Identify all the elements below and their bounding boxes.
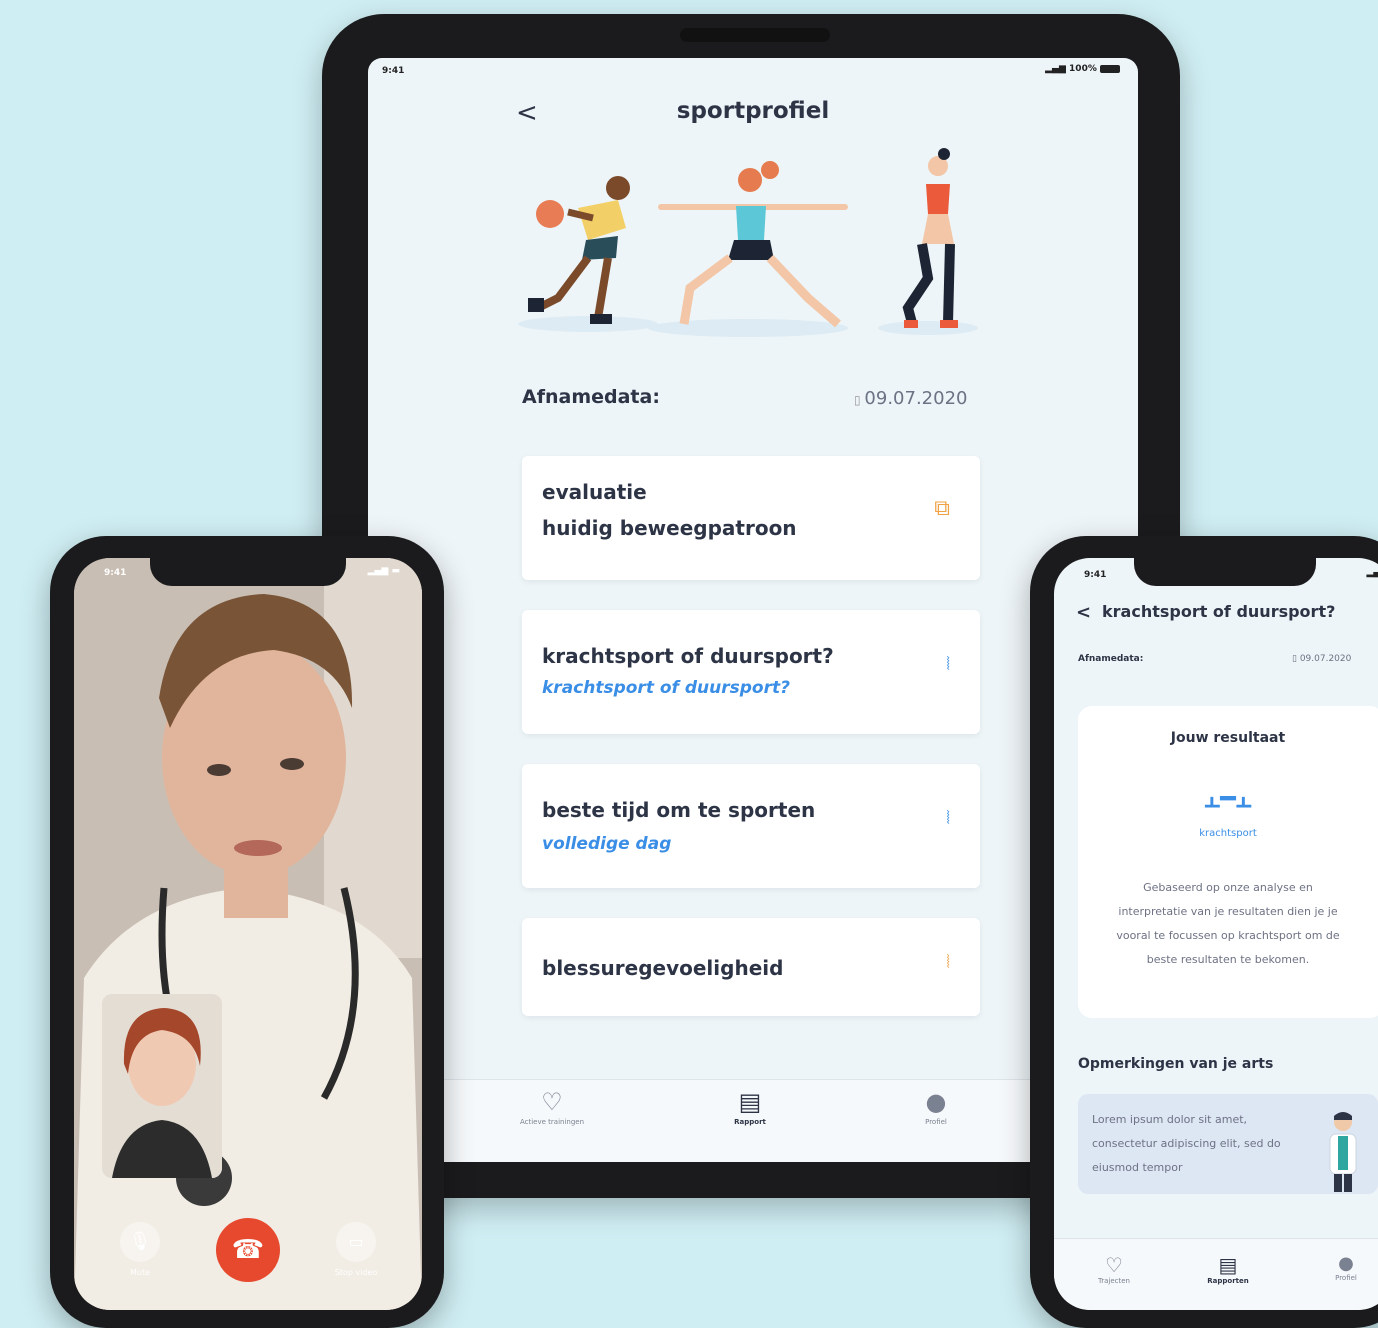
result-title: Jouw resultaat [1170, 730, 1286, 746]
result-label: krachtsport [1199, 828, 1257, 839]
hangup-button[interactable]: ☎ [216, 1218, 280, 1282]
date-value: ▯ 09.07.2020 [854, 388, 968, 409]
card-title: blessuregevoeligheid [542, 956, 784, 980]
result-card: Jouw resultaat ⫠━⫠ krachtsport Gebaseerd… [1078, 706, 1378, 1018]
tab-profiel[interactable]: ● Profiel [1316, 1253, 1376, 1282]
date-label: Afnamedata: [522, 386, 660, 408]
status-time: 9:41 [104, 568, 127, 578]
status-icons: ▂▄▆ ▬ [367, 566, 400, 576]
result-text: Gebaseerd op onze analyse en interpretat… [1116, 881, 1340, 966]
hangup-icon: ☎ [231, 1235, 265, 1265]
tablet-camera [680, 28, 830, 42]
doctor-illustration [1329, 1112, 1357, 1192]
clipboard-icon: ▤ [738, 1088, 762, 1116]
status-time: 9:41 [382, 66, 405, 76]
card-evaluatie[interactable]: evaluatie huidig beweegpatroon ⧉ [522, 456, 980, 580]
video-call-screen: 9:41 ▂▄▆ ▬ 🎙 Mute ☎ ▭ Stop video [74, 558, 422, 1310]
card-title: krachtsport of duursport? [542, 644, 834, 668]
page-title: sportprofiel [676, 98, 830, 124]
phone-notch [1134, 558, 1316, 586]
date-value: ▯ 09.07.2020 [1292, 654, 1352, 664]
tab-trajecten[interactable]: ♡ Trajecten [1084, 1253, 1144, 1285]
heart-icon: ♡ [541, 1088, 563, 1116]
dna-icon: ⦚ [946, 654, 950, 675]
status-battery: ▂▄▆ 100% [1045, 64, 1120, 74]
remarks-card: Lorem ipsum dolor sit amet, consectetur … [1078, 1094, 1378, 1194]
person-icon: ● [1338, 1253, 1354, 1274]
card-subtitle: krachtsport of duursport? [542, 678, 790, 698]
remarks-text: Lorem ipsum dolor sit amet, consectetur … [1092, 1113, 1281, 1174]
tab-profiel[interactable]: ● Profiel [876, 1088, 996, 1126]
stop-video-button[interactable]: ▭ [336, 1222, 376, 1262]
dna-icon: ⦚ [946, 952, 950, 973]
card-title-line2: huidig beweegpatroon [542, 516, 797, 540]
tab-bar: ♡ Trajecten ▤ Rapporten ● Profiel [1054, 1238, 1378, 1310]
self-view[interactable] [102, 994, 222, 1178]
dumbbell-icon: ⫠━⫠ [1204, 784, 1252, 814]
patient-avatar [102, 994, 222, 1178]
card-title: evaluatie [542, 480, 647, 504]
card-subtitle: volledige dag [542, 834, 672, 854]
battery-icon [1100, 64, 1120, 73]
card-beste-tijd[interactable]: beste tijd om te sporten volledige dag ⦚ [522, 764, 980, 888]
phone-notch [150, 558, 346, 586]
mute-button[interactable]: 🎙 [120, 1222, 160, 1262]
page-title: krachtsport of duursport? [1102, 602, 1336, 621]
person-icon: ● [925, 1088, 947, 1116]
card-title: beste tijd om te sporten [542, 798, 816, 822]
back-button[interactable]: < [1076, 602, 1091, 623]
dna-icon: ⦚ [946, 808, 950, 829]
athletes-illustration [518, 148, 978, 337]
tab-rapporten[interactable]: ▤ Rapporten [1198, 1253, 1258, 1285]
clipboard-icon: ▤ [1218, 1253, 1238, 1277]
result-screen: 9:41 ▂▄ ▬ < krachtsport of duursport? Af… [1054, 558, 1378, 1310]
card-blessure[interactable]: blessuregevoeligheid ⦚ [522, 918, 980, 1016]
doctor-video [74, 558, 422, 1310]
tab-actieve-trainingen[interactable]: ♡ Actieve trainingen [492, 1088, 612, 1126]
calendar-icon: ▯ [1292, 654, 1300, 664]
microphone-icon: 🎙 [128, 1231, 152, 1252]
status-icons: ▂▄ ▬ [1366, 568, 1378, 578]
tablet-screen: 9:41 ▂▄▆ 100% < sportprofiel Afnamedata:… [368, 58, 1138, 1162]
tab-bar: ♡ Actieve trainingen ▤ Rapport ● Profiel [368, 1079, 1138, 1162]
card-krachtsport[interactable]: krachtsport of duursport? krachtsport of… [522, 610, 980, 734]
tab-rapport[interactable]: ▤ Rapport [690, 1088, 810, 1126]
status-time: 9:41 [1084, 570, 1107, 580]
remarks-title: Opmerkingen van je arts [1078, 1056, 1274, 1072]
date-label: Afnamedata: [1078, 654, 1144, 664]
heart-icon: ♡ [1105, 1253, 1123, 1277]
mute-label: Mute [129, 1268, 151, 1277]
calendar-icon: ▯ [854, 393, 865, 407]
video-icon: ▭ [348, 1232, 364, 1251]
stop-video-label: Stop video [334, 1268, 378, 1277]
chat-icon: ⧉ [934, 496, 950, 521]
signal-icon: ▂▄▆ [1045, 64, 1066, 74]
